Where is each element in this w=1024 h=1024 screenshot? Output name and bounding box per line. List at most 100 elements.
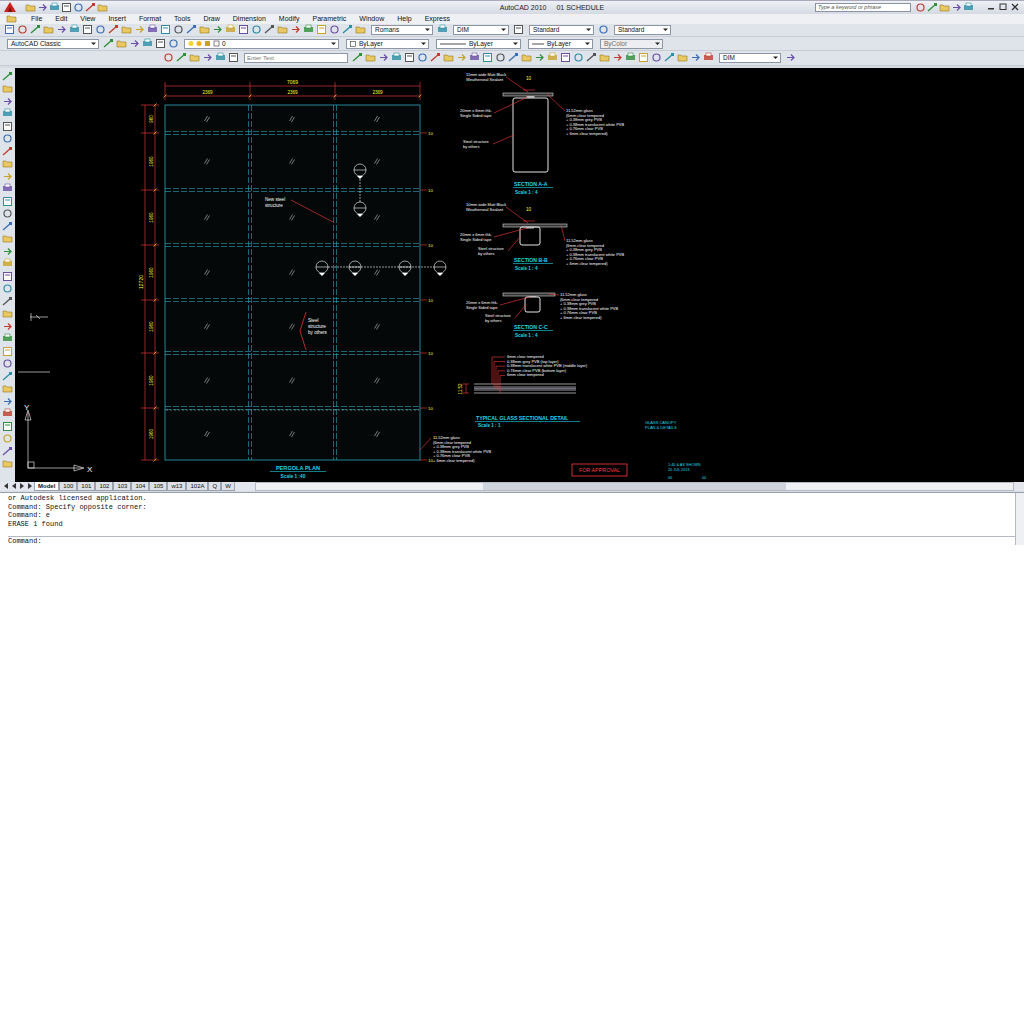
menu-item[interactable]: Express <box>425 14 450 23</box>
tool-icon[interactable] <box>4 24 15 35</box>
tool-icon[interactable] <box>186 24 197 35</box>
tool-icon[interactable] <box>2 296 13 307</box>
layer-dropdown[interactable]: 0 <box>184 39 339 49</box>
tool-icon[interactable] <box>2 196 13 207</box>
dropdown-arrow-icon[interactable] <box>424 26 431 33</box>
tool-icon[interactable] <box>82 24 93 35</box>
property-dropdown[interactable]: ByColor <box>600 39 663 49</box>
tool-icon[interactable] <box>951 2 962 13</box>
tool-icon[interactable] <box>586 52 597 63</box>
tool-icon[interactable] <box>17 24 28 35</box>
tool-icon[interactable] <box>456 52 467 63</box>
layout-tab[interactable]: W <box>221 482 235 491</box>
tool-icon[interactable] <box>2 71 13 82</box>
layout-tab[interactable]: Q <box>208 482 221 491</box>
tool-icon[interactable] <box>2 271 13 282</box>
tool-icon[interactable] <box>2 221 13 232</box>
tool-icon[interactable] <box>612 52 623 63</box>
tool-icon[interactable] <box>513 24 524 35</box>
tool-icon[interactable] <box>703 52 714 63</box>
tool-icon[interactable] <box>176 52 187 63</box>
tool-icon[interactable] <box>163 52 174 63</box>
text-entry-field[interactable] <box>244 53 348 63</box>
style-dropdown[interactable]: DIM <box>453 25 509 35</box>
tool-icon[interactable] <box>2 183 13 194</box>
layout-tab[interactable]: 103 <box>113 482 131 491</box>
tool-icon[interactable] <box>155 38 166 49</box>
tool-icon[interactable] <box>939 2 950 13</box>
tool-icon[interactable] <box>290 24 301 35</box>
tool-icon[interactable] <box>677 52 688 63</box>
dropdown-arrow-icon[interactable] <box>512 40 519 47</box>
menu-item[interactable]: Draw <box>203 14 219 23</box>
tool-icon[interactable] <box>43 24 54 35</box>
menu-item[interactable]: Parametric <box>312 14 346 23</box>
layout-tab[interactable]: w13 <box>167 482 186 491</box>
dropdown-arrow-icon[interactable] <box>662 26 669 33</box>
tool-icon[interactable] <box>573 52 584 63</box>
tool-icon[interactable] <box>2 83 13 94</box>
tool-icon[interactable] <box>95 24 106 35</box>
menu-item[interactable]: Window <box>359 14 384 23</box>
next-tab-icon[interactable] <box>18 482 26 490</box>
command-scrollbar[interactable] <box>1015 493 1024 545</box>
drawing-canvas[interactable]: 7069236923692369960196019601960196019601… <box>15 68 1024 482</box>
tool-icon[interactable] <box>352 52 363 63</box>
tool-icon[interactable] <box>37 2 48 13</box>
autocad-logo-icon[interactable] <box>3 1 17 13</box>
tool-icon[interactable] <box>2 321 13 332</box>
layout-tab[interactable]: 100 <box>59 482 77 491</box>
tool-icon[interactable] <box>173 24 184 35</box>
tool-icon[interactable] <box>73 2 84 13</box>
tool-icon[interactable] <box>116 38 127 49</box>
tool-icon[interactable] <box>147 24 158 35</box>
document-icon[interactable] <box>6 13 17 24</box>
menu-item[interactable]: Modify <box>279 14 300 23</box>
tool-icon[interactable] <box>2 146 13 157</box>
tool-icon[interactable] <box>690 52 701 63</box>
tool-icon[interactable] <box>2 333 13 344</box>
dropdown-arrow-icon[interactable] <box>584 40 591 47</box>
tool-icon[interactable] <box>2 283 13 294</box>
tool-icon[interactable] <box>2 208 13 219</box>
tool-icon[interactable] <box>2 358 13 369</box>
tool-icon[interactable] <box>2 233 13 244</box>
tool-icon[interactable] <box>963 2 974 13</box>
tool-icon[interactable] <box>599 52 610 63</box>
tool-icon[interactable] <box>69 24 80 35</box>
layout-tab[interactable]: Model <box>34 482 59 491</box>
tool-icon[interactable] <box>225 24 236 35</box>
tool-icon[interactable] <box>2 121 13 132</box>
tool-icon[interactable] <box>2 346 13 357</box>
tool-icon[interactable] <box>168 38 179 49</box>
workspace-dropdown[interactable]: AutoCAD Classic <box>7 39 99 49</box>
tool-icon[interactable] <box>443 52 454 63</box>
style-dropdown[interactable]: Romans <box>371 25 433 35</box>
tool-icon[interactable] <box>56 24 67 35</box>
tool-icon[interactable] <box>521 52 532 63</box>
tool-icon[interactable] <box>108 24 119 35</box>
tool-icon[interactable] <box>277 24 288 35</box>
tool-icon[interactable] <box>329 24 340 35</box>
minimize-icon[interactable] <box>985 2 997 12</box>
tool-icon[interactable] <box>30 24 41 35</box>
tool-icon[interactable] <box>355 24 366 35</box>
tool-icon[interactable] <box>482 52 493 63</box>
tool-icon[interactable] <box>508 52 519 63</box>
dropdown-arrow-icon[interactable] <box>654 40 661 47</box>
menu-item[interactable]: Dimension <box>233 14 266 23</box>
tool-icon[interactable] <box>417 52 428 63</box>
tool-icon[interactable] <box>927 2 938 13</box>
tool-icon[interactable] <box>560 52 571 63</box>
tool-icon[interactable] <box>303 24 314 35</box>
tool-icon[interactable] <box>215 52 226 63</box>
property-dropdown[interactable]: ByLayer <box>436 39 521 49</box>
tool-icon[interactable] <box>342 24 353 35</box>
layer-state-icon[interactable] <box>188 40 222 47</box>
style-dropdown[interactable]: Standard <box>529 25 594 35</box>
tool-icon[interactable] <box>49 2 60 13</box>
tool-icon[interactable] <box>2 258 13 269</box>
property-dropdown[interactable]: ByLayer <box>346 39 429 49</box>
dropdown-arrow-icon[interactable] <box>90 40 97 47</box>
tool-icon[interactable] <box>2 171 13 182</box>
